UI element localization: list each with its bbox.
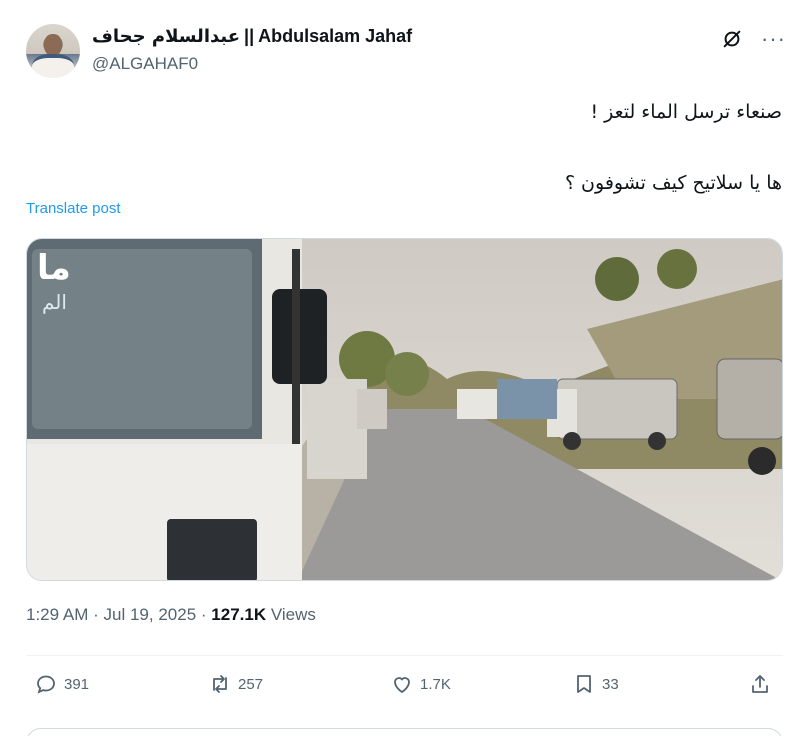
avatar-face xyxy=(44,34,62,56)
post-line-1: صنعاء ترسل الماء لتعز ! xyxy=(590,101,782,123)
user-handle[interactable]: @ALGAHAF0 xyxy=(92,54,198,74)
header-actions: ··· xyxy=(721,28,786,50)
post-header: عبدالسلام جحاف || Abdulsalam Jahaf @ALGA… xyxy=(26,22,786,84)
meta-separator: · xyxy=(200,605,207,624)
display-name[interactable]: عبدالسلام جحاف || Abdulsalam Jahaf xyxy=(92,26,412,47)
bookmark-icon xyxy=(577,675,591,693)
truck-lettering-2: الم xyxy=(42,290,67,314)
share-icon xyxy=(752,675,768,693)
post-time[interactable]: 1:29 AM xyxy=(26,605,88,624)
views-label: Views xyxy=(270,605,316,624)
repost-button[interactable]: 257 xyxy=(208,672,263,696)
more-icon[interactable]: ··· xyxy=(761,28,786,50)
reply-count: 391 xyxy=(64,675,90,693)
grok-icon[interactable] xyxy=(721,28,743,50)
post-image-illustration: ما الم xyxy=(27,239,782,580)
bookmark-count: 33 xyxy=(602,675,619,693)
views-count: 127.1K xyxy=(211,605,267,624)
repost-icon xyxy=(213,675,227,693)
reply-button[interactable]: 391 xyxy=(34,672,89,696)
post-line-2: ها يا سلاتيح كيف تشوفون ؟ xyxy=(564,172,782,194)
display-name-latin: Abdulsalam Jahaf xyxy=(258,26,413,46)
display-name-arabic: عبدالسلام جحاف xyxy=(92,26,241,47)
reply-icon xyxy=(37,675,55,694)
post-meta: 1:29 AM · Jul 19, 2025 · 127.1K Views xyxy=(26,605,316,625)
divider xyxy=(26,655,783,656)
translate-post-link[interactable]: Translate post xyxy=(26,200,121,217)
like-button[interactable]: 1.7K xyxy=(390,672,451,696)
share-button[interactable] xyxy=(748,672,772,696)
display-name-separator: || xyxy=(244,26,255,46)
post-date[interactable]: Jul 19, 2025 xyxy=(104,605,197,624)
avatar[interactable] xyxy=(26,24,80,78)
post-text: صنعاء ترسل الماء لتعز ! ها يا سلاتيح كيف… xyxy=(42,100,782,242)
truck-lettering-1: ما xyxy=(37,248,71,288)
heart-icon xyxy=(394,677,410,694)
repost-count: 257 xyxy=(238,675,264,693)
action-bar: 391 257 1.7K 33 xyxy=(26,672,783,706)
post-image[interactable]: ما الم xyxy=(26,238,783,581)
avatar-shoulders xyxy=(32,54,74,78)
like-count: 1.7K xyxy=(420,675,451,693)
meta-separator: · xyxy=(93,605,99,624)
bookmark-button[interactable]: 33 xyxy=(572,672,619,696)
reply-box[interactable] xyxy=(26,728,783,736)
